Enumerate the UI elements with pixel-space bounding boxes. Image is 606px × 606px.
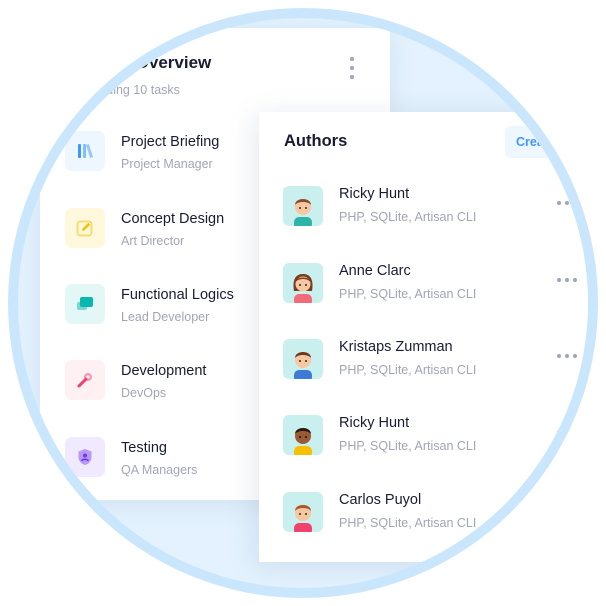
task-title: Development [121,363,207,379]
author-row[interactable]: Kristaps Zumman PHP, SQLite, Artisan CLI [259,339,588,391]
wrench-icon [65,360,105,400]
author-name: Anne Clarc [339,263,411,279]
tasks-card-subtitle: Pending 10 tasks [84,83,180,97]
more-horizontal-icon[interactable] [557,353,577,359]
chat-bubbles-icon [65,284,105,324]
author-name: Kristaps Zumman [339,339,453,355]
shield-user-icon [65,437,105,477]
boy-avatar [283,339,323,379]
task-title: Concept Design [121,211,225,227]
boy-avatar [283,186,323,226]
task-role: Project Manager [121,157,213,171]
pencil-square-icon [65,208,105,248]
author-row[interactable]: Ricky Hunt PHP, SQLite, Artisan CLI [259,186,588,238]
author-skills: PHP, SQLite, Artisan CLI [339,516,477,530]
circular-viewport: Tasks Overview Pending 10 tasks Project … [18,18,588,588]
tasks-card-title: Tasks Overview [84,53,212,72]
author-row[interactable]: Anne Clarc PHP, SQLite, Artisan CLI [259,263,588,315]
author-name: Ricky Hunt [339,186,410,202]
task-role: DevOps [121,386,167,400]
author-skills: PHP, SQLite, Artisan CLI [339,210,477,224]
task-role: Lead Developer [121,310,210,324]
boy-avatar [283,492,323,532]
task-title: Project Briefing [121,134,220,150]
more-horizontal-icon[interactable] [557,429,577,435]
author-skills: PHP, SQLite, Artisan CLI [339,363,477,377]
task-title: Functional Logics [121,287,234,303]
task-role: QA Managers [121,463,198,477]
authors-card: Authors Create Ricky Hunt PHP, SQLite, A… [259,112,588,562]
books-icon [65,131,105,171]
author-skills: PHP, SQLite, Artisan CLI [339,287,477,301]
authors-card-title: Authors [284,132,348,150]
author-name: Carlos Puyol [339,492,422,508]
task-role: Art Director [121,234,185,248]
author-row[interactable]: Ricky Hunt PHP, SQLite, Artisan CLI [259,415,588,467]
create-button[interactable]: Create [505,126,585,158]
more-vertical-icon[interactable] [346,57,358,79]
more-horizontal-icon[interactable] [557,277,577,283]
author-row[interactable]: Carlos Puyol PHP, SQLite, Artisan CLI [259,492,588,544]
more-horizontal-icon[interactable] [557,200,577,206]
author-name: Ricky Hunt [339,415,410,431]
author-skills: PHP, SQLite, Artisan CLI [339,439,477,453]
girl-avatar [283,263,323,303]
boy-dark-avatar [283,415,323,455]
task-title: Testing [121,440,167,456]
